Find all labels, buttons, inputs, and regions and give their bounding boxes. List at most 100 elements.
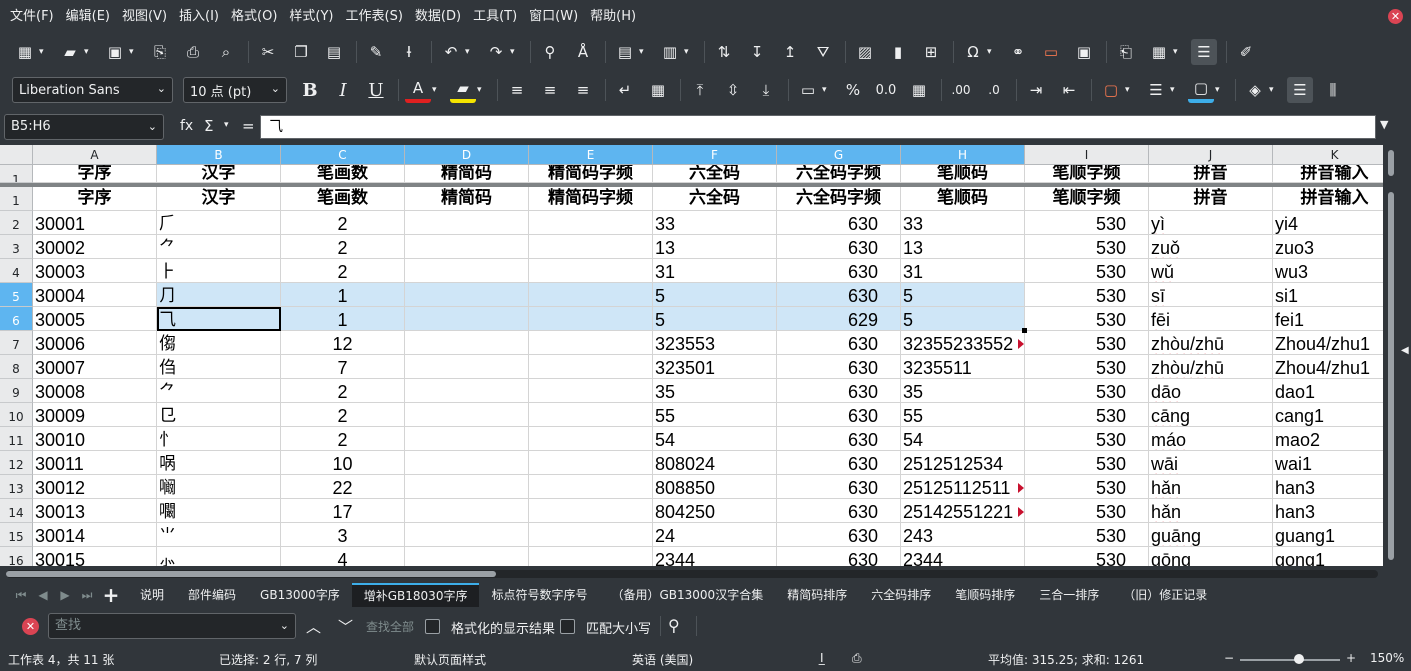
grid-cell[interactable]: Zhou4/zhu1 xyxy=(1273,355,1383,379)
split-window-icon[interactable]: ☰ xyxy=(1191,39,1217,65)
sheet-tab[interactable]: 增补GB18030字序 xyxy=(351,583,480,607)
grid-cell[interactable]: 13 xyxy=(901,235,1025,259)
grid-cell[interactable]: 30011 xyxy=(33,451,157,475)
text-orientation-icon[interactable]: ☰ xyxy=(1287,77,1313,103)
grid-cell[interactable]: 12 xyxy=(281,331,405,355)
pivot-table-icon[interactable]: ⊞ xyxy=(918,39,944,65)
grid-cell[interactable]: 630 xyxy=(777,547,901,566)
grid-cell[interactable] xyxy=(405,523,529,547)
insert-image-icon[interactable]: ▨ xyxy=(852,39,878,65)
row-header[interactable]: 2 xyxy=(0,211,33,235)
grid-cell[interactable]: 2 xyxy=(281,427,405,451)
freeze-rows-columns-icon[interactable]: ▦ xyxy=(1146,39,1172,65)
grid-cell[interactable]: 25142551221 xyxy=(901,499,1025,523)
grid-cell[interactable] xyxy=(529,235,653,259)
menu-file[interactable]: 文件(F) xyxy=(4,0,60,34)
sheet-tab[interactable]: 标点符号数字序号 xyxy=(479,583,599,607)
close-document-icon[interactable]: ✕ xyxy=(1388,9,1403,24)
grid-cell[interactable]: 630 xyxy=(777,355,901,379)
grid-cell[interactable]: 㖞 xyxy=(157,451,281,475)
column-title-cell[interactable]: 笔顺码 xyxy=(901,187,1025,211)
grid-cell[interactable]: 530 xyxy=(1025,499,1149,523)
grid-cell[interactable]: 35 xyxy=(901,379,1025,403)
sheet-tab[interactable]: 说明 xyxy=(128,583,176,607)
grid-cell[interactable]: 630 xyxy=(777,475,901,499)
grid-cell[interactable]: dao1 xyxy=(1273,379,1383,403)
zoom-slider-handle[interactable] xyxy=(1294,654,1304,664)
date-format-icon[interactable]: ▦ xyxy=(906,77,932,103)
grid-cell[interactable] xyxy=(529,211,653,235)
grid-cell[interactable]: máo xyxy=(1149,427,1273,451)
font-size-combo[interactable]: 10 点 (pt) ⌄ xyxy=(183,77,287,103)
column-header[interactable]: K xyxy=(1273,145,1383,165)
define-print-area-icon[interactable]: ⎗ xyxy=(1113,39,1139,65)
grid-cell[interactable]: 1 xyxy=(281,307,405,331)
column-title-cell[interactable]: 笔画数 xyxy=(281,187,405,211)
column-header[interactable]: I xyxy=(1025,145,1149,165)
column-header[interactable]: B xyxy=(157,145,281,165)
grid-cell[interactable]: 3 xyxy=(281,523,405,547)
grid-cell[interactable]: 㑳 xyxy=(157,331,281,355)
zoom-level[interactable]: 150% xyxy=(1370,651,1404,665)
grid-cell[interactable]: 629 xyxy=(777,307,901,331)
name-box[interactable]: B5:H6 ⌄ xyxy=(4,114,164,140)
grid-cell[interactable]: mao2 xyxy=(1273,427,1383,451)
grid-cell[interactable]: gōng xyxy=(1149,547,1273,566)
grid-cell[interactable]: ⺆ xyxy=(157,283,281,307)
grid-cell[interactable]: ⺋ xyxy=(157,403,281,427)
merge-cells-icon[interactable]: ▦ xyxy=(645,77,671,103)
paste-icon[interactable]: ▤ xyxy=(321,39,347,65)
sort-descending-icon[interactable]: ↥ xyxy=(777,39,803,65)
grid-cell[interactable]: zhòu/zhū xyxy=(1149,331,1273,355)
grid-cell[interactable]: 630 xyxy=(777,403,901,427)
grid-cell[interactable]: 22 xyxy=(281,475,405,499)
align-bottom-icon[interactable]: ⤓ xyxy=(753,77,779,103)
column-title-cell[interactable]: 精简码字频 xyxy=(529,165,653,183)
row-header[interactable]: 11 xyxy=(0,427,33,451)
grid-cell[interactable]: cang1 xyxy=(1273,403,1383,427)
number-format-button[interactable]: 0.0 xyxy=(873,77,899,103)
print-icon[interactable]: ⎙ xyxy=(180,39,206,65)
grid-cell[interactable]: 5 xyxy=(653,307,777,331)
grid-cell[interactable] xyxy=(529,499,653,523)
zoom-out-button[interactable]: − xyxy=(1224,651,1234,665)
grid-cell[interactable]: ⺁ xyxy=(157,211,281,235)
horizontal-scrollbar[interactable] xyxy=(6,571,496,577)
column-header[interactable]: D xyxy=(405,145,529,165)
function-wizard-icon[interactable]: fx xyxy=(180,118,193,134)
grid-cell[interactable]: 30013 xyxy=(33,499,157,523)
conditional-dropdown-icon[interactable]: ▾ xyxy=(1269,85,1279,95)
vertical-scrollbar[interactable] xyxy=(1388,192,1394,560)
grid-cell[interactable] xyxy=(529,403,653,427)
menu-edit[interactable]: 编辑(E) xyxy=(60,0,116,34)
column-title-cell[interactable]: 拼音输入 xyxy=(1273,187,1383,211)
new-dropdown-icon[interactable]: ▾ xyxy=(39,47,49,57)
spreadsheet-grid[interactable]: A B C D E F G H I J K 1 字序 汉字 笔画数 精简码 精简码字频 六全码 六全码字频 笔顺码 笔顺… xyxy=(0,145,1383,566)
grid-cell[interactable]: dāo xyxy=(1149,379,1273,403)
grid-cell[interactable]: yi4 xyxy=(1273,211,1383,235)
row-header[interactable]: 7 xyxy=(0,331,33,355)
grid-cell[interactable]: 5 xyxy=(901,307,1025,331)
grid-cell[interactable]: gong1 xyxy=(1273,547,1383,566)
font-color-dropdown-icon[interactable]: ▾ xyxy=(432,85,442,95)
font-color-icon[interactable]: A xyxy=(405,77,431,103)
add-decimal-icon[interactable]: .00 xyxy=(948,77,974,103)
column-title-cell[interactable]: 汉字 xyxy=(157,187,281,211)
row-header[interactable]: 1 xyxy=(0,187,33,211)
grid-cell[interactable]: zuo3 xyxy=(1273,235,1383,259)
grid-cell[interactable]: 55 xyxy=(901,403,1025,427)
borders-dropdown-icon[interactable]: ▾ xyxy=(1125,85,1135,95)
column-header[interactable]: A xyxy=(33,145,157,165)
grid-cell[interactable]: 30014 xyxy=(33,523,157,547)
column-dropdown-icon[interactable]: ▾ xyxy=(684,47,694,57)
grid-cell[interactable]: 530 xyxy=(1025,331,1149,355)
spelling-icon[interactable]: Å xyxy=(570,39,596,65)
grid-cell[interactable]: 30002 xyxy=(33,235,157,259)
grid-cell[interactable]: 24 xyxy=(653,523,777,547)
grid-cell[interactable] xyxy=(529,307,653,331)
grid-cell[interactable]: han3 xyxy=(1273,475,1383,499)
grid-cell[interactable] xyxy=(405,331,529,355)
grid-cell[interactable]: 10 xyxy=(281,451,405,475)
grid-cell[interactable] xyxy=(405,283,529,307)
grid-cell[interactable]: 530 xyxy=(1025,259,1149,283)
